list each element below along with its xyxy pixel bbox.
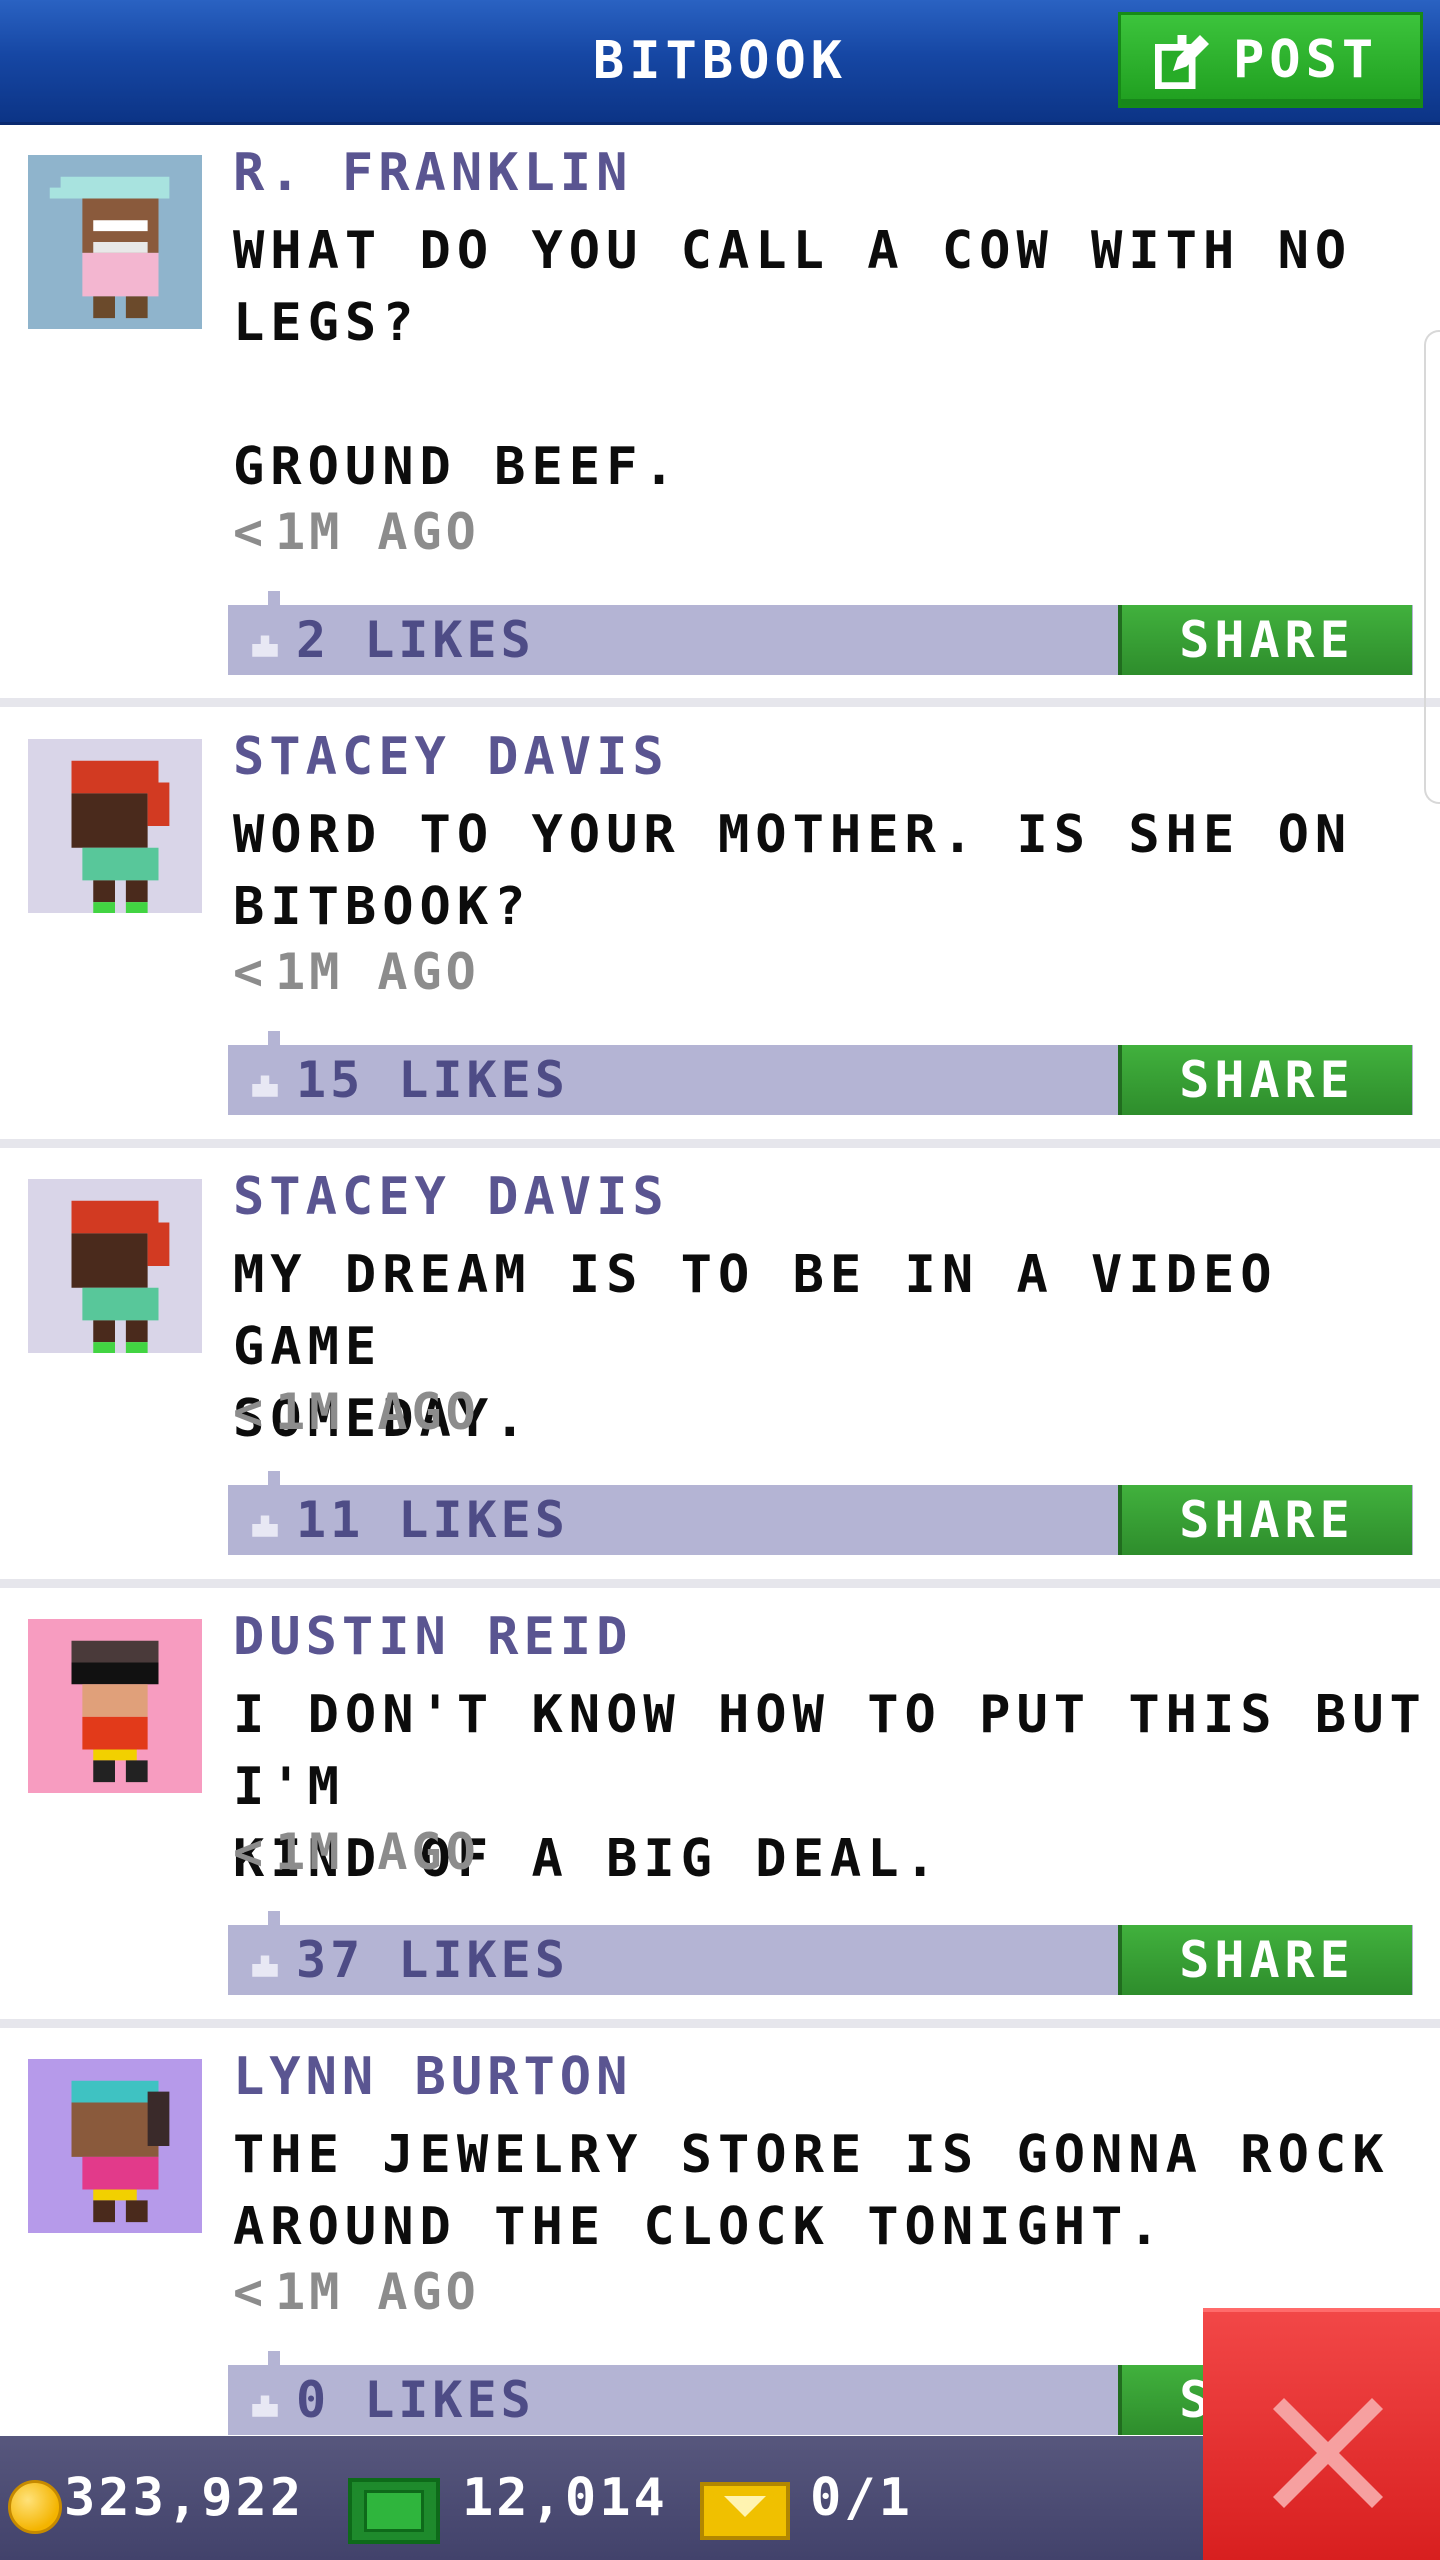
post-author[interactable]: DUSTIN REID [233,1607,632,1667]
time-label: 1M AGO [275,1383,480,1441]
bar-notch [268,1471,280,1485]
share-button[interactable]: SHARE [1118,1485,1412,1555]
coin-icon [8,2480,62,2534]
scroll-indicator[interactable] [1424,330,1440,804]
like-button[interactable]: 0 LIKES [248,2365,535,2435]
avatar[interactable] [28,1179,202,1353]
avatar[interactable] [28,739,202,913]
post-timestamp: <1M AGO [233,503,480,561]
avatar[interactable] [28,1619,202,1793]
post-divider [0,698,1440,707]
time-prefix: < [233,503,268,561]
avatar-lynn-icon [28,2059,202,2233]
like-count: 37 LIKES [296,1931,569,1989]
bux-count: 12,014 [462,2468,668,2528]
avatar-stacey-icon [28,739,202,913]
post-author[interactable]: R. FRANKLIN [233,143,632,203]
bar-notch [268,2351,280,2365]
time-label: 1M AGO [275,1823,480,1881]
avatar-franklin-icon [28,155,202,329]
post-actions-bar: 2 LIKES SHARE [228,591,1413,675]
post-divider [0,1579,1440,1588]
close-button[interactable] [1203,2308,1440,2560]
avatar-stacey-icon [28,1179,202,1353]
time-label: 1M AGO [275,503,480,561]
post-timestamp: <1M AGO [233,943,480,1001]
bar-notch [268,1911,280,1925]
time-prefix: < [233,943,268,1001]
post-author[interactable]: STACEY DAVIS [233,1167,669,1227]
time-label: 1M AGO [275,943,480,1001]
thumbs-up-icon [252,2395,278,2417]
post-text: WHAT DO YOU CALL A COW WITH NO LEGS? GRO… [233,221,1353,497]
like-count: 0 LIKES [296,2371,535,2429]
coin-count: 323,922 [64,2468,305,2528]
share-button[interactable]: SHARE [1118,1045,1412,1115]
currency-bar: 323,922 12,014 0/1 [0,2436,1203,2560]
ticket-count: 0/1 [810,2468,913,2528]
post-divider [0,2019,1440,2028]
like-count: 2 LIKES [296,611,535,669]
thumbs-up-icon [252,1075,278,1097]
ticket-icon [700,2482,790,2540]
post-divider [0,1139,1440,1148]
post-actions-bar: 37 LIKES SHARE [228,1911,1413,1995]
post-timestamp: <1M AGO [233,1383,480,1441]
like-count: 15 LIKES [296,1051,569,1109]
post-button-label: POST [1233,30,1379,90]
share-button[interactable]: SHARE [1118,1925,1412,1995]
top-bar: BITBOOK POST [0,0,1440,125]
like-button[interactable]: 11 LIKES [248,1485,569,1555]
post-button[interactable]: POST [1118,12,1423,108]
like-count: 11 LIKES [296,1491,569,1549]
post-author[interactable]: LYNN BURTON [233,2047,632,2107]
bux-icon [348,2478,440,2544]
post-text: WORD TO YOUR MOTHER. IS SHE ON BITBOOK? [233,805,1353,937]
time-prefix: < [233,1383,268,1441]
compose-icon [1155,35,1209,89]
like-button[interactable]: 15 LIKES [248,1045,569,1115]
post-actions-bar: 15 LIKES SHARE [228,1031,1413,1115]
thumbs-up-icon [252,1955,278,1977]
post-actions-bar: 11 LIKES SHARE [228,1471,1413,1555]
like-button[interactable]: 2 LIKES [248,605,535,675]
thumbs-up-icon [252,635,278,657]
time-prefix: < [233,1823,268,1881]
bar-notch [268,1031,280,1045]
post-timestamp: <1M AGO [233,1823,480,1881]
thumbs-up-icon [252,1515,278,1537]
avatar[interactable] [28,2059,202,2233]
share-button[interactable]: SHARE [1118,605,1412,675]
avatar[interactable] [28,155,202,329]
avatar-dustin-icon [28,1619,202,1793]
close-icon [1273,2398,1383,2508]
time-label: 1M AGO [275,2263,480,2321]
post-author[interactable]: STACEY DAVIS [233,727,669,787]
time-prefix: < [233,2263,268,2321]
post-text: THE JEWELRY STORE IS GONNA ROCK AROUND T… [233,2125,1390,2257]
post-timestamp: <1M AGO [233,2263,480,2321]
like-button[interactable]: 37 LIKES [248,1925,569,1995]
bar-notch [268,591,280,605]
